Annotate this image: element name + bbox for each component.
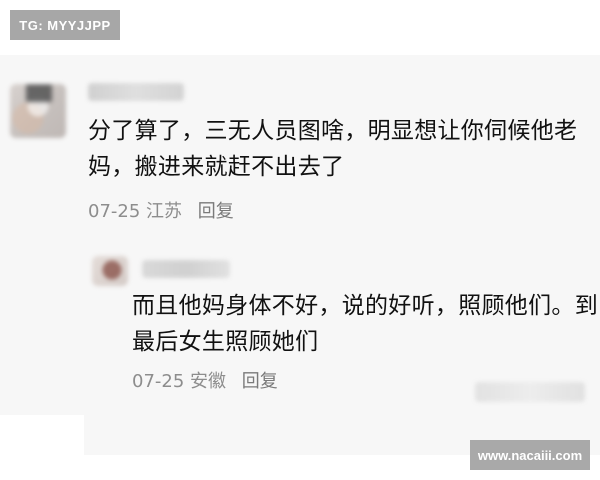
reply-commenter-avatar[interactable] (92, 256, 128, 286)
blurred-footer-text (475, 382, 585, 402)
reply-comment-location: 安徽 (190, 371, 227, 392)
reply-button-secondary[interactable]: 回复 (242, 371, 278, 392)
comment-thread (0, 55, 600, 455)
bottom-right-watermark: www.nacaiii.com (470, 440, 590, 470)
reply-button[interactable]: 回复 (198, 201, 234, 222)
reply-comment-meta: 07-25 安徽 回复 (132, 370, 278, 394)
blurred-username (88, 83, 184, 101)
reply-comment-date: 07-25 (132, 371, 185, 392)
reply-comment-text: 而且他妈身体不好，说的好听，照顾他们。到最后女生照顾她们 (132, 293, 598, 355)
comment-location: 江苏 (146, 201, 183, 222)
comment-meta: 07-25 江苏 回复 (88, 200, 234, 224)
commenter-avatar[interactable] (10, 84, 66, 138)
blurred-reply-username (142, 260, 230, 278)
comment-date: 07-25 (88, 201, 141, 222)
comment-text: 分了算了，三无人员图啥，明显想让你伺候他老妈，搬进来就赶不出去了 (88, 118, 578, 180)
top-left-watermark: TG: MYYJJPP (10, 10, 120, 40)
